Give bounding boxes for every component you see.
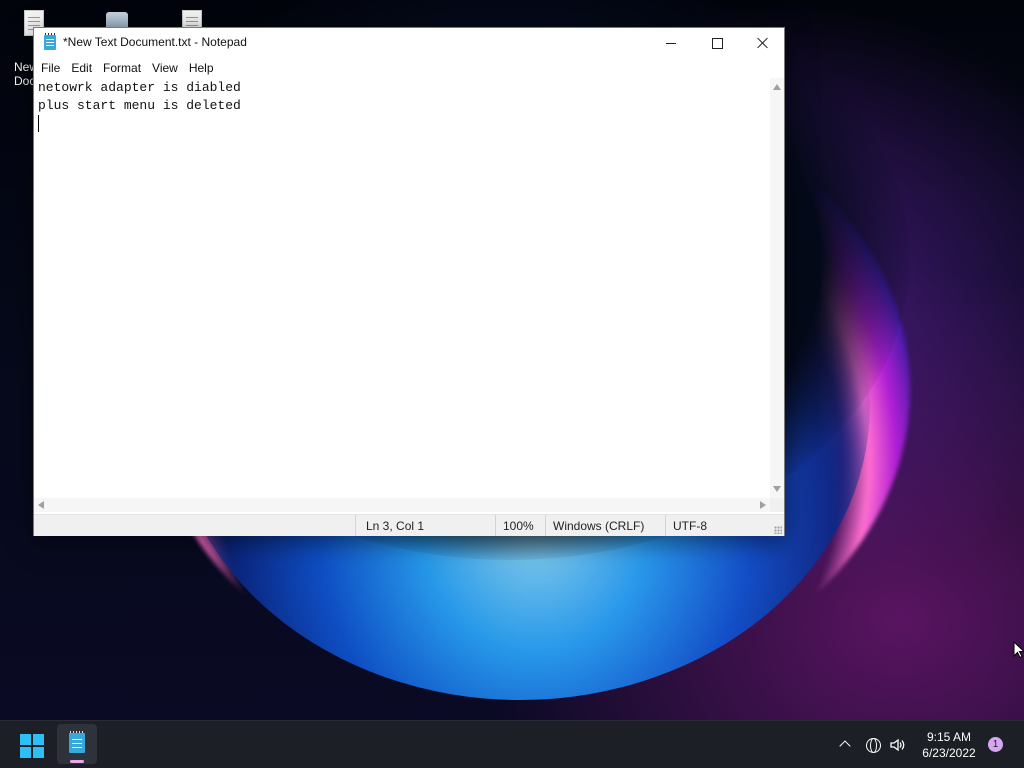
notepad-window: *New Text Document.txt - Notepad File Ed… <box>33 27 785 536</box>
scrollbar-corner <box>770 498 784 512</box>
window-title: *New Text Document.txt - Notepad <box>63 35 247 49</box>
start-button[interactable] <box>20 734 44 758</box>
minimize-button[interactable] <box>648 28 694 58</box>
menu-file[interactable]: File <box>36 58 66 78</box>
notepad-icon[interactable] <box>44 33 56 50</box>
menu-format[interactable]: Format <box>98 58 147 78</box>
close-button[interactable] <box>740 28 786 58</box>
status-zoom: 100% <box>503 519 534 533</box>
text-caret <box>38 115 39 132</box>
clock-time: 9:15 AM <box>926 730 972 744</box>
taskbar: 9:15 AM 6/23/2022 1 <box>0 720 1024 768</box>
status-bar: Ln 3, Col 1 100% Windows (CRLF) UTF-8 <box>34 514 784 536</box>
horizontal-scrollbar[interactable] <box>34 498 770 512</box>
mouse-cursor-icon <box>1013 640 1024 664</box>
running-indicator <box>70 760 84 763</box>
menu-edit[interactable]: Edit <box>66 58 98 78</box>
editor-line: netowrk adapter is diabled <box>38 80 241 95</box>
windows-start-icon-pane <box>33 747 44 758</box>
maximize-icon <box>711 37 723 49</box>
text-editor[interactable]: netowrk adapter is diabled plus start me… <box>34 78 770 498</box>
speaker-icon[interactable] <box>889 736 907 754</box>
menu-view[interactable]: View <box>147 58 184 78</box>
status-divider <box>545 515 546 536</box>
status-cursor-position: Ln 3, Col 1 <box>366 519 425 533</box>
vertical-scrollbar[interactable] <box>770 78 784 498</box>
system-clock[interactable]: 9:15 AM 6/23/2022 <box>912 729 986 761</box>
close-icon <box>757 37 769 49</box>
globe-network-icon[interactable] <box>864 736 882 754</box>
title-bar[interactable]: *New Text Document.txt - Notepad <box>34 28 784 58</box>
clock-date: 6/23/2022 <box>922 746 976 760</box>
notepad-icon <box>69 731 85 753</box>
status-line-ending: Windows (CRLF) <box>553 519 645 533</box>
minimize-icon <box>666 42 676 44</box>
editor-line: plus start menu is deleted <box>38 98 241 113</box>
scroll-up-arrow-icon[interactable] <box>773 84 781 90</box>
editor-line-current <box>38 115 770 133</box>
maximize-button[interactable] <box>694 28 740 58</box>
resize-grip[interactable] <box>774 526 782 534</box>
windows-start-icon-pane <box>20 747 31 758</box>
taskbar-notepad-button[interactable] <box>57 724 97 764</box>
scroll-right-arrow-icon[interactable] <box>760 501 766 509</box>
menu-help[interactable]: Help <box>184 58 220 78</box>
status-encoding: UTF-8 <box>673 519 707 533</box>
windows-start-icon <box>20 734 31 745</box>
status-divider <box>665 515 666 536</box>
scroll-left-arrow-icon[interactable] <box>38 501 44 509</box>
status-divider <box>355 515 356 536</box>
scroll-down-arrow-icon[interactable] <box>773 486 781 492</box>
windows-start-icon-pane <box>33 734 44 745</box>
menu-bar: File Edit Format View Help <box>34 58 784 78</box>
chevron-up-icon[interactable] <box>836 736 854 754</box>
status-divider <box>495 515 496 536</box>
notification-badge[interactable]: 1 <box>988 737 1003 752</box>
